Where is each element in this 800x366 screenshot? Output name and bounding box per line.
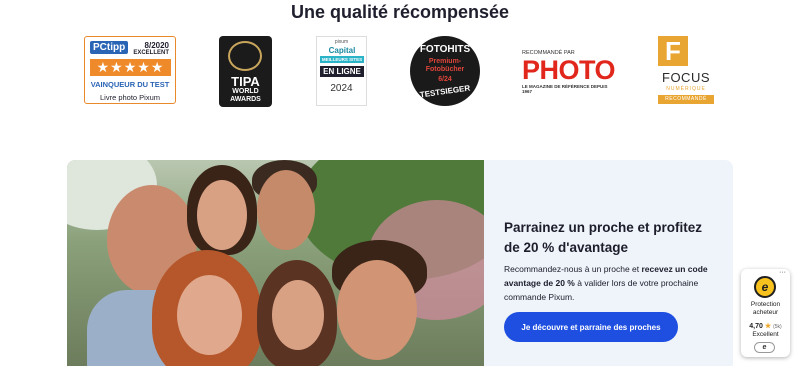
star-rating-icon: ★★★★★ [90, 59, 171, 76]
award-fotohits-badge: FOTOHITS Premium-Fotobücher 6/24 TESTSIE… [410, 36, 480, 106]
capital-magazine: Capital [328, 46, 356, 55]
focus-title: FOCUS [662, 70, 710, 85]
award-capital-badge: pixum Capital MEILLEURS SITES EN LIGNE 2… [316, 36, 367, 106]
award-pctipp-badge: PCtipp 8/2020 EXCELLENT ★★★★★ VAINQUEUR … [84, 36, 176, 104]
referral-card: Parrainez un proche et profitez de 20 % … [67, 160, 733, 366]
pctipp-product-label: Livre photo Pixum [99, 93, 161, 102]
focus-logo-icon: F [658, 36, 688, 66]
more-options-icon[interactable]: ··· [779, 269, 786, 276]
focus-badge-label: RECOMMANDÉ [658, 95, 714, 104]
capital-label: EN LIGNE [320, 66, 364, 77]
focus-subtitle: NUMÉRIQUE [666, 86, 706, 92]
award-tipa-badge: TIPA WORLD AWARDS [219, 36, 272, 107]
rating-level: Excellent [752, 331, 779, 338]
pctipp-logo: PCtipp [90, 41, 129, 54]
photo-magazine-tagline: LE MAGAZINE DE RÉFÉRENCE DEPUIS 1967 [522, 84, 608, 94]
fotohits-category: Premium-Fotobücher [425, 58, 465, 73]
capital-year: 2024 [330, 83, 353, 94]
tipa-title: TIPA [231, 74, 260, 89]
capital-ribbon: MEILLEURS SITES [320, 56, 364, 63]
pctipp-grade: EXCELLENT [133, 50, 169, 56]
buyer-protection-label: Protection acheteur [750, 301, 781, 316]
award-photo-magazine-badge: RECOMMANDÉ PAR PHOTO LE MAGAZINE DE RÉFÉ… [522, 50, 616, 110]
pctipp-date: 8/2020 [144, 41, 169, 50]
rating-count: (5k) [773, 324, 782, 330]
award-focus-badge: F FOCUS NUMÉRIQUE RECOMMANDÉ [658, 36, 714, 106]
globe-icon [228, 41, 262, 71]
referral-description: Recommandez-nous à un proche et recevez … [504, 264, 708, 302]
fotohits-issue: 6/24 [438, 76, 452, 83]
section-heading: Une qualité récompensée [290, 2, 510, 22]
tipa-subtitle: WORLD AWARDS [230, 88, 261, 103]
trusted-shops-widget[interactable]: ··· e Protection acheteur 4,70 ★ (5k) Ex… [741, 269, 790, 357]
star-icon: ★ [764, 323, 772, 330]
group-selfie-photo [67, 160, 484, 366]
pctipp-winner-label: VAINQUEUR DU TEST [90, 80, 170, 89]
rating-score: 4,70 ★ (5k) [749, 323, 782, 330]
fotohits-title: FOTOHITS [419, 44, 471, 55]
trusted-shops-seal-icon: e [754, 276, 776, 298]
referral-title: Parrainez un proche et profitez de 20 % … [504, 220, 703, 255]
referral-cta-button[interactable]: Je découvre et parraine des proches [504, 312, 678, 342]
photo-magazine-title: PHOTO [522, 55, 616, 85]
fotohits-badge-label: TESTSIEGER [419, 83, 471, 100]
trusted-shops-mini-seal-icon: e [754, 342, 775, 353]
capital-brand: pixum [334, 39, 349, 45]
awards-row: PCtipp 8/2020 EXCELLENT ★★★★★ VAINQUEUR … [0, 36, 800, 108]
